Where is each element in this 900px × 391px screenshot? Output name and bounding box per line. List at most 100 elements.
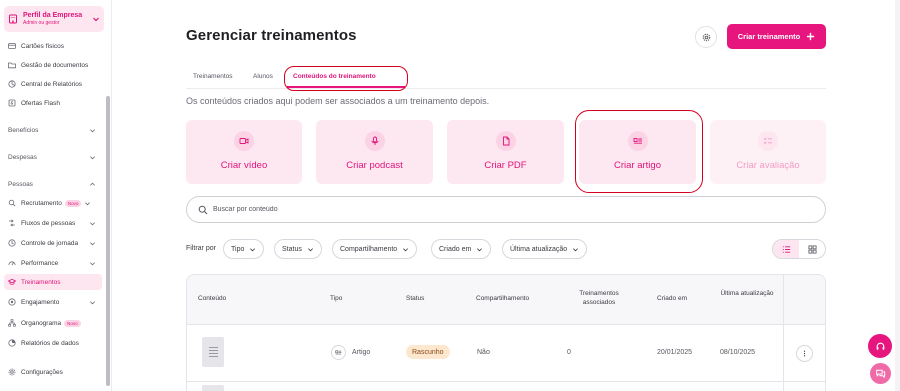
filter-status[interactable]: Status: [274, 239, 322, 259]
sidebar-item-label: Treinamentos: [21, 278, 61, 286]
list-view-button[interactable]: [773, 240, 799, 258]
chevron-down-icon: [90, 261, 95, 265]
tab-treinamentos[interactable]: Treinamentos: [193, 73, 233, 80]
column-header-conteudo[interactable]: Conteúdo: [198, 295, 226, 304]
create-pdf-card[interactable]: Criar PDF: [447, 120, 564, 184]
create-assessment-card[interactable]: Criar avaliação: [710, 120, 826, 184]
search-bar[interactable]: [186, 196, 826, 223]
filter-criado-em[interactable]: Criado em: [431, 239, 492, 259]
company-profile-switcher[interactable]: Perfil da Empresa Admin ou gestor: [4, 6, 104, 32]
video-icon: [234, 131, 254, 151]
chevron-down-icon: [307, 247, 313, 251]
window-edge: [895, 0, 900, 391]
row-divider: [187, 381, 825, 382]
profile-title: Perfil da Empresa: [23, 12, 83, 19]
settings-button[interactable]: [695, 26, 717, 48]
sidebar-item-relatorios[interactable]: Central de Relatórios: [4, 76, 102, 92]
sidebar-item-engajamento[interactable]: Engajamento: [4, 294, 102, 310]
new-badge: Novo: [64, 199, 82, 207]
table-header: Conteúdo Tipo Status Compartilhamento Tr…: [187, 275, 825, 325]
article-icon: [331, 345, 346, 360]
sidebar-item-label: Organograma: [21, 319, 62, 327]
search-input[interactable]: [213, 206, 773, 213]
annotation-highlight-tab: [284, 66, 408, 91]
sidebar-item-jornada[interactable]: Controle de jornada: [4, 235, 102, 251]
sidebar-section-beneficios[interactable]: Benefícios: [4, 122, 102, 138]
grid-view-button[interactable]: [799, 240, 825, 258]
card-label: Criar avaliação: [736, 160, 800, 171]
section-description: Os conteúdos criados aqui podem ser asso…: [186, 96, 490, 106]
document-thumbnail: [202, 385, 224, 391]
sidebar-section-pessoas[interactable]: Pessoas: [4, 176, 102, 192]
chevron-up-icon: [90, 182, 95, 186]
column-header-status[interactable]: Status: [406, 295, 424, 304]
filter-ultima-atualizacao[interactable]: Última atualização: [502, 239, 588, 259]
folder-icon: [8, 62, 16, 69]
sidebar-item-label: Controle de jornada: [21, 239, 79, 247]
column-header-atualizacao[interactable]: Última atualização: [717, 290, 777, 299]
sidebar: Perfil da Empresa Admin ou gestor Cartõe…: [0, 0, 112, 391]
support-button[interactable]: [868, 334, 892, 358]
table-row[interactable]: Artigo Rascunho Não 0 20/01/2025 08/10/2…: [187, 325, 825, 381]
org-chart-icon: [8, 319, 16, 327]
sidebar-item-recrutamento[interactable]: Recrutamento Novo: [4, 195, 102, 211]
chat-button[interactable]: [870, 363, 891, 384]
sidebar-item-fluxos[interactable]: Fluxos de pessoas: [4, 215, 102, 231]
more-vertical-icon: [803, 350, 806, 357]
chevron-down-icon: [90, 155, 95, 159]
sidebar-item-label: Ofertas Flash: [21, 99, 61, 107]
sidebar-scrollbar[interactable]: [106, 96, 110, 386]
row-actions-button[interactable]: [796, 345, 813, 362]
chevron-down-icon: [90, 221, 95, 225]
filter-tipo[interactable]: Tipo: [223, 239, 265, 259]
create-video-card[interactable]: Criar vídeo: [186, 120, 302, 184]
card-label: Criar PDF: [484, 160, 527, 171]
sidebar-section-despesas[interactable]: Despesas: [4, 149, 102, 165]
sidebar-item-relatorios-dados[interactable]: Relatórios de dados: [4, 335, 102, 351]
sidebar-item-label: Gestão de documentos: [21, 61, 89, 69]
card-label: Criar podcast: [346, 160, 403, 171]
column-header-tipo[interactable]: Tipo: [330, 295, 342, 304]
profile-subtitle: Admin ou gestor: [23, 20, 60, 26]
sidebar-item-label: Performance: [21, 259, 59, 267]
sidebar-item-configuracoes[interactable]: Configurações: [4, 364, 102, 380]
row-updated: 08/10/2025: [720, 349, 756, 356]
chevron-down-icon: [93, 17, 99, 22]
grid-icon: [807, 244, 817, 254]
engagement-icon: [8, 298, 16, 306]
sidebar-item-label: Cartões físicos: [21, 42, 64, 50]
chevron-down-icon: [90, 241, 95, 245]
sidebar-item-label: Configurações: [21, 368, 63, 376]
chevron-down-icon: [477, 247, 483, 251]
row-associated: 0: [567, 349, 571, 356]
sidebar-section-label: Benefícios: [8, 126, 39, 134]
row-type: Artigo: [352, 349, 371, 356]
view-toggle: [772, 239, 826, 259]
headset-icon: [876, 342, 884, 350]
sidebar-section-label: Pessoas: [8, 180, 33, 188]
row-shared: Não: [477, 349, 490, 356]
sidebar-item-ofertas[interactable]: Ofertas Flash: [4, 95, 102, 111]
column-header-criado[interactable]: Criado em: [657, 295, 687, 304]
tab-alunos[interactable]: Alunos: [253, 73, 273, 80]
microphone-icon: [364, 131, 385, 151]
gear-icon: [702, 33, 710, 41]
recruit-icon: [8, 199, 16, 207]
chevron-down-icon: [573, 247, 579, 251]
chevron-down-icon: [90, 300, 95, 304]
column-header-treinamentos[interactable]: Treinamentos associados: [567, 290, 631, 308]
filter-compartilhamento[interactable]: Compartilhamento: [332, 239, 418, 259]
sidebar-item-organograma[interactable]: Organograma Novo: [4, 315, 102, 331]
create-podcast-card[interactable]: Criar podcast: [316, 120, 433, 184]
sidebar-item-performance[interactable]: Performance: [4, 255, 102, 271]
column-header-compartilhamento[interactable]: Compartilhamento: [476, 295, 529, 304]
sidebar-item-treinamentos[interactable]: Treinamentos: [4, 274, 102, 290]
report-icon: [8, 80, 16, 88]
sidebar-item-documentos[interactable]: Gestão de documentos: [4, 57, 102, 73]
chat-icon: [876, 369, 886, 379]
create-training-button[interactable]: Criar treinamento: [727, 24, 826, 49]
flash-icon: [8, 99, 16, 107]
flow-icon: [9, 219, 15, 227]
sidebar-item-cartoes[interactable]: Cartões físicos: [4, 38, 102, 54]
performance-icon: [8, 261, 16, 266]
